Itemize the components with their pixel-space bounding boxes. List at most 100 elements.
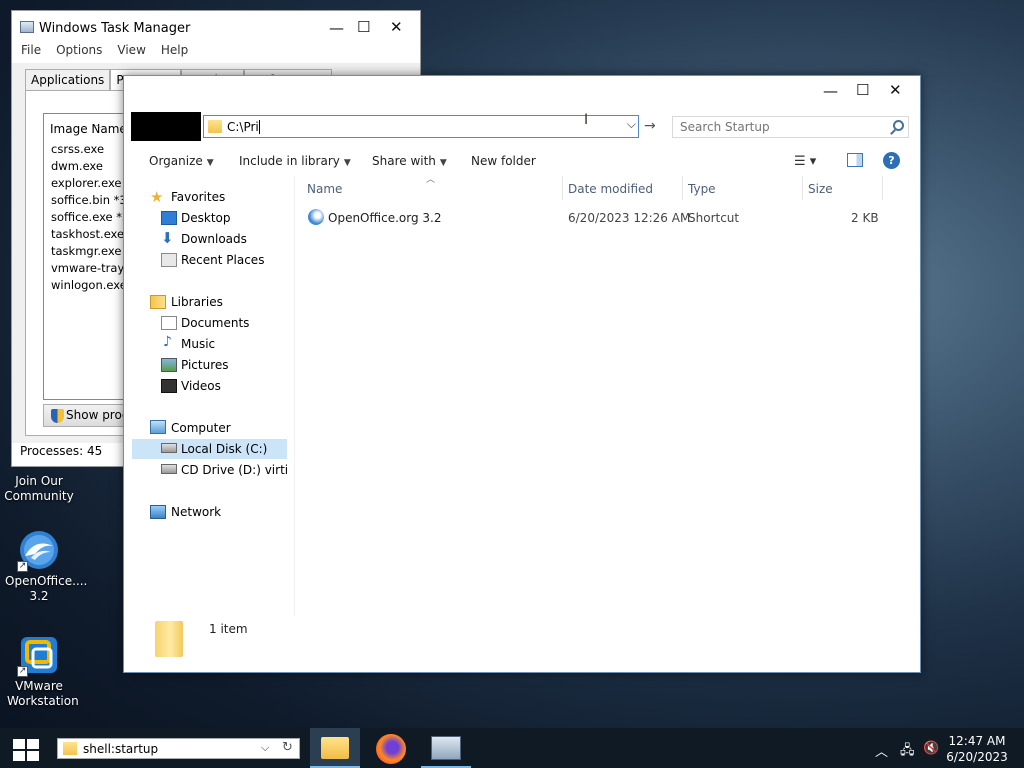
item-count: 1 item [209, 622, 248, 636]
chevron-down-icon[interactable]: ⌵ [627, 117, 636, 132]
nav-recent-places[interactable]: Recent Places [181, 253, 264, 267]
chevron-up-icon[interactable]: ︿ [875, 741, 888, 760]
desktop-icon-label: OpenOffice.... 3.2 [5, 574, 88, 603]
nav-downloads[interactable]: Downloads [181, 232, 247, 246]
column-separator[interactable] [882, 176, 883, 200]
task-manager-title-text: Windows Task Manager [39, 21, 191, 36]
share-with-button[interactable]: Share with ▼ [372, 154, 447, 168]
column-date-modified[interactable]: Date modified [568, 182, 653, 196]
cd-drive-icon [161, 464, 177, 474]
uac-shield-icon [51, 409, 64, 423]
close-button[interactable]: ✕ [390, 18, 403, 36]
desktop-icon-openoffice[interactable]: ↗ OpenOffice.... 3.2 [1, 528, 88, 604]
clock-date: 6/20/2023 [946, 750, 1008, 764]
search-box[interactable] [672, 116, 909, 138]
column-type[interactable]: Type [688, 182, 716, 196]
videos-icon [161, 379, 177, 393]
downloads-icon: ⬇ [161, 229, 174, 247]
menu-view[interactable]: View [108, 43, 151, 57]
volume-muted-icon[interactable]: 🔇 [923, 741, 939, 756]
openoffice-icon: ↗ [17, 528, 61, 572]
file-size: 2 KB [851, 211, 879, 225]
file-explorer-icon [321, 737, 349, 759]
explorer-window[interactable]: — ☐ ✕ C:\Pri ⌵ → I Organize▼ Include in … [123, 75, 921, 673]
i-beam-cursor-icon: I [584, 112, 589, 128]
sort-up-icon: ︿ [93, 120, 101, 129]
clock[interactable]: 12:47 AM 6/20/2023 [946, 733, 1008, 765]
nav-network[interactable]: Network [171, 505, 221, 519]
maximize-button[interactable]: ☐ [856, 81, 869, 99]
openoffice-file-icon [308, 209, 324, 225]
taskbar-address-input[interactable]: shell:startup [83, 742, 158, 756]
process-count: Processes: 45 [20, 444, 103, 458]
new-folder-button[interactable]: New folder [471, 154, 536, 168]
text-cursor [258, 120, 260, 134]
include-in-library-button[interactable]: Include in library ▼ [239, 154, 351, 168]
nav-libraries[interactable]: Libraries [171, 295, 223, 309]
network-icon[interactable]: 🖧 [900, 741, 915, 763]
clock-time: 12:47 AM [948, 734, 1006, 748]
nav-music[interactable]: Music [181, 337, 215, 351]
desktop-icon-vmware[interactable]: ↗ VMware Workstation [1, 633, 79, 709]
column-separator[interactable] [682, 176, 683, 200]
column-separator[interactable] [562, 176, 563, 200]
help-icon[interactable]: ? [883, 152, 900, 169]
search-icon[interactable] [893, 120, 904, 131]
search-input[interactable] [673, 117, 873, 137]
taskbar-firefox[interactable] [366, 728, 416, 768]
address-bar[interactable]: C:\Pri ⌵ [203, 115, 639, 138]
nav-pictures[interactable]: Pictures [181, 358, 229, 372]
nav-cd-drive[interactable]: CD Drive (D:) virtio-w [181, 463, 287, 477]
nav-desktop[interactable]: Desktop [181, 211, 231, 225]
preview-pane-icon[interactable] [847, 153, 863, 167]
organize-button[interactable]: Organize ▼ [149, 154, 214, 168]
minimize-button[interactable]: — [329, 19, 344, 37]
recent-places-icon [161, 253, 177, 267]
network-icon [150, 505, 166, 519]
refresh-icon[interactable]: ↻ [282, 740, 293, 755]
folder-icon [155, 621, 183, 657]
menu-help[interactable]: Help [152, 43, 194, 57]
menu-file[interactable]: File [12, 43, 47, 57]
task-manager-menubar: File Options View Help [12, 43, 420, 63]
computer-icon [150, 420, 166, 434]
nav-videos[interactable]: Videos [181, 379, 221, 393]
column-name[interactable]: Name [307, 182, 342, 196]
go-arrow-icon[interactable]: → [644, 118, 656, 134]
redacted-navigation-buttons [131, 112, 201, 141]
column-size[interactable]: Size [808, 182, 833, 196]
address-input[interactable]: C:\Pri [227, 120, 259, 134]
minimize-button[interactable]: — [823, 82, 838, 100]
nav-computer[interactable]: Computer [171, 421, 231, 435]
menu-options[interactable]: Options [47, 43, 108, 57]
view-options-icon[interactable]: ☰ ▾ [794, 154, 816, 169]
local-disk-icon [161, 443, 177, 453]
nav-local-disk[interactable]: Local Disk (C:) [181, 442, 267, 456]
taskbar-address-toolbar[interactable]: shell:startup ⌵ ↻ [57, 738, 300, 759]
libraries-icon [150, 295, 166, 309]
column-image-name[interactable]: ︿ Image Name [50, 120, 127, 136]
tab-applications[interactable]: Applications [25, 69, 111, 90]
close-button[interactable]: ✕ [889, 81, 902, 99]
desktop-icon [161, 211, 177, 225]
taskbar-file-explorer[interactable] [310, 728, 360, 768]
task-manager-title: Windows Task Manager [20, 21, 190, 36]
shortcut-arrow-icon: ↗ [17, 666, 28, 677]
maximize-button[interactable]: ☐ [357, 18, 370, 36]
chevron-down-icon: ▼ [439, 158, 447, 168]
firefox-icon [376, 734, 406, 764]
nav-pane-divider[interactable] [294, 176, 295, 616]
taskbar-task-manager[interactable] [421, 728, 471, 768]
chevron-down-icon: ▼ [343, 158, 351, 168]
file-name[interactable]: OpenOffice.org 3.2 [328, 211, 441, 225]
chevron-down-icon[interactable]: ⌵ [261, 741, 269, 755]
desktop-icon-community[interactable]: Join Our Community [1, 474, 77, 504]
sort-up-icon: ︿ [426, 175, 436, 185]
start-button[interactable] [13, 739, 39, 761]
column-separator[interactable] [802, 176, 803, 200]
nav-favorites[interactable]: Favorites [171, 190, 225, 204]
file-type: Shortcut [688, 211, 740, 225]
music-icon: ♪ [163, 334, 172, 350]
nav-documents[interactable]: Documents [181, 316, 249, 330]
desktop-icon-label: VMware Workstation [7, 679, 79, 708]
